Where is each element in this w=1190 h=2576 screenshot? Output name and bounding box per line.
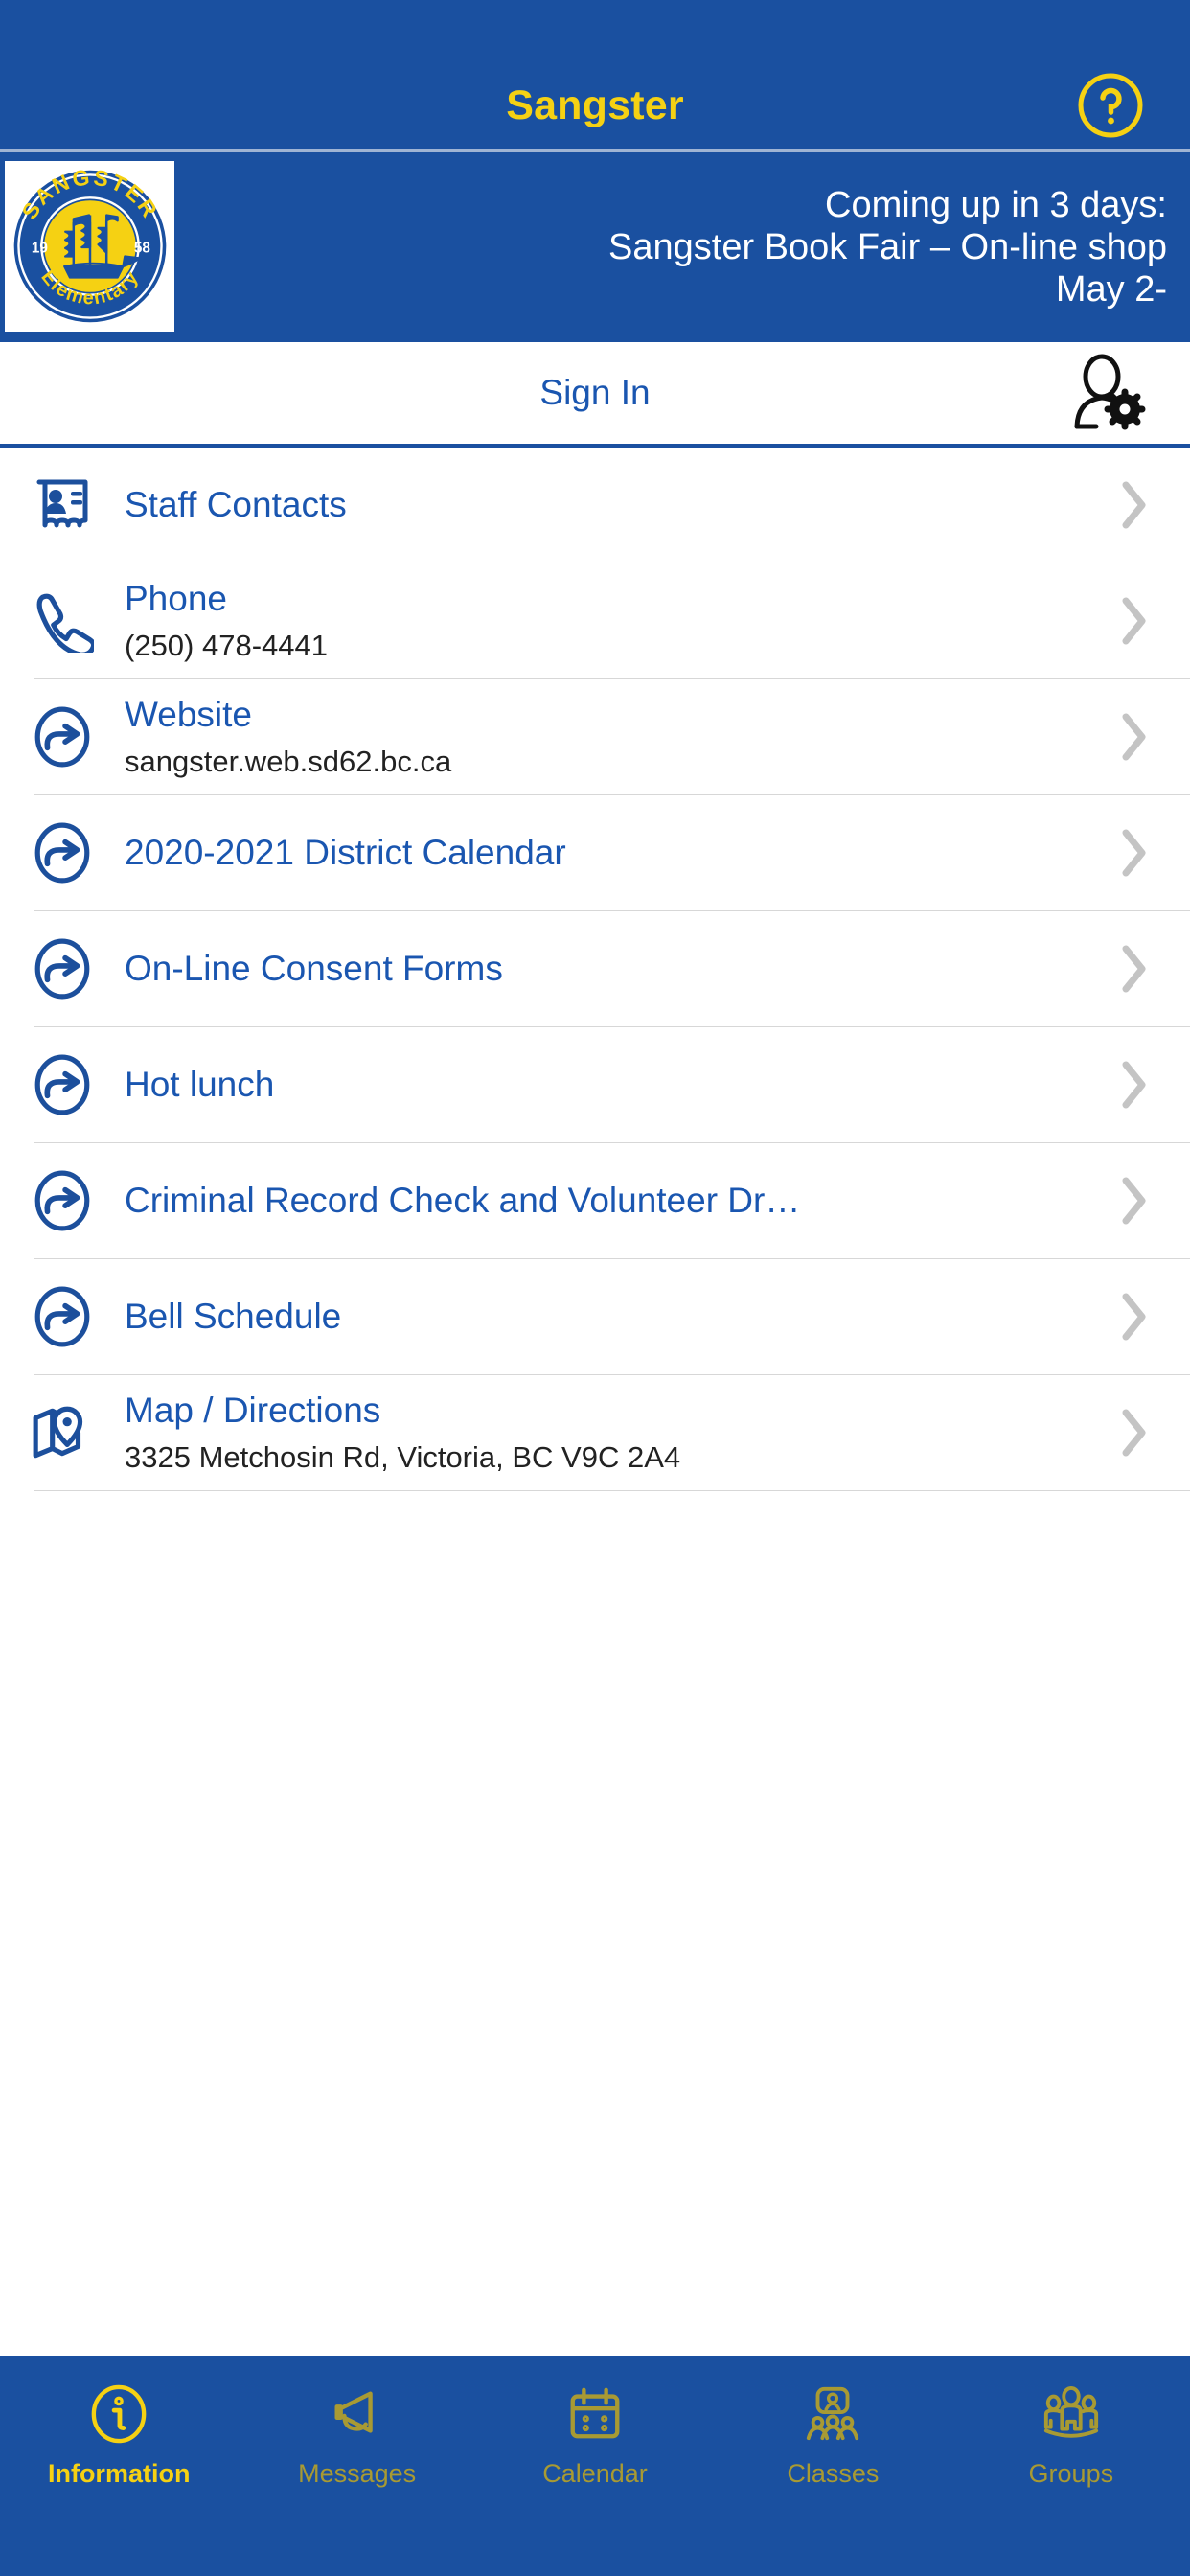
- help-circle-icon[interactable]: [1077, 72, 1144, 139]
- list-item-map-directions[interactable]: Map / Directions 3325 Metchosin Rd, Vict…: [0, 1375, 1190, 1490]
- list-item-body: Phone (250) 478-4441: [103, 579, 1190, 664]
- list-item-body: Map / Directions 3325 Metchosin Rd, Vict…: [103, 1391, 1190, 1476]
- signin-label[interactable]: Sign In: [539, 373, 650, 413]
- info-list: Staff Contacts Phone (250) 478-4441 Webs…: [0, 448, 1190, 2356]
- list-item-title: Map / Directions: [125, 1390, 381, 1430]
- list-divider: [34, 1490, 1190, 1491]
- list-item-body: On-Line Consent Forms: [103, 949, 1190, 990]
- svg-text:19: 19: [31, 241, 47, 257]
- list-item-title: On-Line Consent Forms: [125, 948, 503, 988]
- tab-label: Classes: [787, 2459, 880, 2488]
- list-item-subtitle: (250) 478-4441: [125, 629, 328, 663]
- list-item-title: Criminal Record Check and Volunteer Dr…: [125, 1180, 801, 1220]
- list-item-subtitle: 3325 Metchosin Rd, Victoria, BC V9C 2A4: [125, 1440, 681, 1475]
- list-item-body: Hot lunch: [103, 1065, 1190, 1106]
- chevron-right-icon[interactable]: [1121, 712, 1148, 762]
- external-link-icon: [21, 937, 103, 1000]
- list-item-title: Bell Schedule: [125, 1296, 342, 1336]
- chevron-right-icon[interactable]: [1121, 828, 1148, 878]
- tab-label: Messages: [298, 2459, 417, 2488]
- list-item-criminal-record-check[interactable]: Criminal Record Check and Volunteer Dr…: [0, 1143, 1190, 1258]
- tab-classes[interactable]: Classes: [714, 2377, 951, 2489]
- user-settings-icon[interactable]: [1067, 354, 1146, 432]
- banner-line-2: Sangster Book Fair – On-line shop: [608, 227, 1167, 267]
- classes-icon: [803, 2377, 862, 2451]
- list-item-district-calendar[interactable]: 2020-2021 District Calendar: [0, 795, 1190, 910]
- list-item-staff-contacts[interactable]: Staff Contacts: [0, 448, 1190, 563]
- list-item-body: 2020-2021 District Calendar: [103, 833, 1190, 874]
- chevron-right-icon[interactable]: [1121, 480, 1148, 530]
- tab-calendar[interactable]: Calendar: [476, 2377, 714, 2489]
- tab-information[interactable]: Information: [0, 2377, 238, 2489]
- external-link-icon: [21, 1053, 103, 1116]
- groups-icon: [1041, 2377, 1101, 2451]
- contact-card-icon: [21, 474, 103, 536]
- announcement-banner[interactable]: SANGSTER Elementary 19 58 Coming up in 3…: [0, 152, 1190, 342]
- list-item-hot-lunch[interactable]: Hot lunch: [0, 1027, 1190, 1142]
- list-item-body: Website sangster.web.sd62.bc.ca: [103, 695, 1190, 780]
- banner-text-block: Coming up in 3 days: Sangster Book Fair …: [174, 152, 1190, 342]
- list-item-body: Bell Schedule: [103, 1297, 1190, 1338]
- bottom-tabbar: Information Messages Calendar Classes Gr…: [0, 2356, 1190, 2576]
- list-item-body: Criminal Record Check and Volunteer Dr…: [103, 1181, 1190, 1222]
- external-link-icon: [21, 705, 103, 769]
- chevron-right-icon[interactable]: [1121, 1060, 1148, 1110]
- calendar-icon: [565, 2377, 625, 2451]
- list-item-online-consent-forms[interactable]: On-Line Consent Forms: [0, 911, 1190, 1026]
- chevron-right-icon[interactable]: [1121, 1176, 1148, 1226]
- signin-bar[interactable]: Sign In: [0, 342, 1190, 448]
- list-item-title: Phone: [125, 578, 227, 618]
- list-item-phone[interactable]: Phone (250) 478-4441: [0, 564, 1190, 678]
- list-item-title: 2020-2021 District Calendar: [125, 832, 566, 872]
- list-item-subtitle: sangster.web.sd62.bc.ca: [125, 745, 452, 779]
- tab-label: Information: [47, 2459, 191, 2488]
- tab-label: Calendar: [542, 2459, 648, 2488]
- phone-icon: [21, 589, 103, 653]
- list-item-website[interactable]: Website sangster.web.sd62.bc.ca: [0, 679, 1190, 794]
- external-link-icon: [21, 1285, 103, 1348]
- tab-messages[interactable]: Messages: [238, 2377, 475, 2489]
- chevron-right-icon[interactable]: [1121, 1292, 1148, 1342]
- list-item-title: Hot lunch: [125, 1064, 275, 1104]
- external-link-icon: [21, 821, 103, 885]
- list-item-bell-schedule[interactable]: Bell Schedule: [0, 1259, 1190, 1374]
- banner-line-1: Coming up in 3 days:: [825, 185, 1167, 225]
- svg-text:58: 58: [133, 241, 149, 257]
- chevron-right-icon[interactable]: [1121, 596, 1148, 646]
- external-link-icon: [21, 1169, 103, 1232]
- list-item-title: Staff Contacts: [125, 484, 347, 524]
- megaphone-icon: [328, 2377, 387, 2451]
- sangster-elementary-logo: SANGSTER Elementary 19 58: [5, 161, 174, 332]
- page-title: Sangster: [506, 82, 684, 128]
- banner-line-3: May 2-: [1055, 269, 1167, 310]
- chevron-right-icon[interactable]: [1121, 944, 1148, 994]
- list-item-title: Website: [125, 694, 252, 734]
- app-root: Sangster SANGSTER Elementary 19 58 Comin…: [0, 0, 1190, 2576]
- top-navbar: Sangster: [0, 0, 1190, 149]
- tab-groups[interactable]: Groups: [952, 2377, 1190, 2489]
- map-pin-icon: [21, 1401, 103, 1464]
- list-item-body: Staff Contacts: [103, 485, 1190, 526]
- tab-label: Groups: [1028, 2459, 1114, 2488]
- chevron-right-icon[interactable]: [1121, 1408, 1148, 1458]
- info-circle-icon: [89, 2377, 149, 2451]
